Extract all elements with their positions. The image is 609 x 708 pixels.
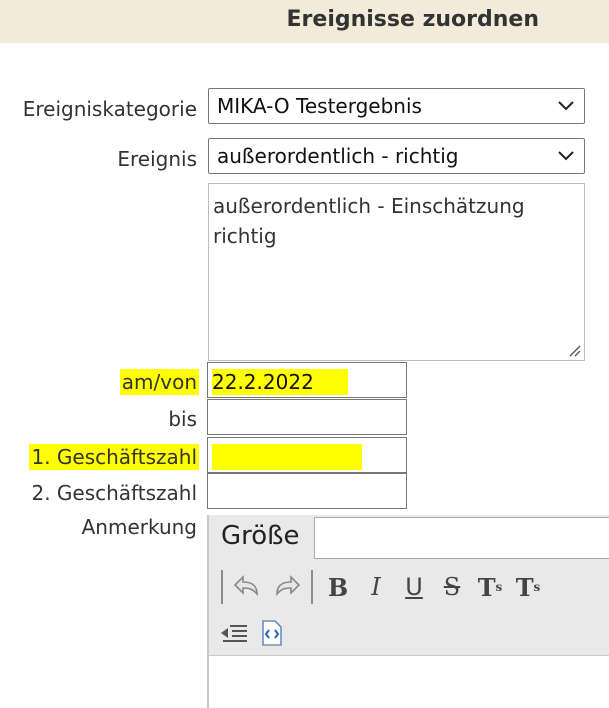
remark-editor[interactable]: Größe B I U S Ts Ts [207, 515, 609, 708]
description-line-2: richtig [213, 224, 277, 248]
italic-icon[interactable]: I [357, 570, 395, 604]
description-line-1: außerordentlich - Einschätzung [213, 194, 525, 218]
ref2-label: 2. Geschäftszahl [31, 481, 197, 505]
category-select[interactable]: MIKA-O Testergebnis [208, 88, 585, 124]
ref1-value [212, 443, 362, 470]
page-header: Ereignisse zuordnen [0, 0, 609, 43]
ref2-input[interactable] [207, 473, 407, 509]
ref1-label: 1. Geschäftszahl [29, 444, 199, 470]
chevron-down-icon [558, 151, 574, 161]
event-description-textarea[interactable]: außerordentlich - Einschätzung richtig [208, 183, 585, 361]
date-from-input[interactable]: 22.2.2022 [207, 362, 407, 398]
toolbar-separator [311, 570, 313, 604]
underline-icon[interactable]: U [395, 570, 433, 604]
toolbar-row-2 [215, 615, 291, 651]
font-size-label: Größe [221, 521, 300, 551]
superscript-icon[interactable]: Ts [509, 570, 547, 604]
event-select[interactable]: außerordentlich - richtig [208, 138, 585, 174]
event-value: außerordentlich - richtig [217, 144, 459, 168]
toolbar-row-1: B I U S Ts Ts [215, 569, 547, 605]
ref1-input[interactable] [207, 437, 407, 473]
category-value: MIKA-O Testergebnis [217, 94, 422, 118]
outdent-icon[interactable] [215, 616, 253, 650]
strikethrough-icon[interactable]: S [433, 570, 471, 604]
font-size-select[interactable] [314, 517, 609, 559]
date-to-label: bis [168, 407, 197, 431]
category-label: Ereigniskategorie [22, 97, 197, 121]
source-icon[interactable] [253, 616, 291, 650]
event-label: Ereignis [117, 147, 197, 171]
undo-icon[interactable] [229, 570, 267, 604]
date-from-value: 22.2.2022 [212, 368, 348, 395]
remark-label: Anmerkung [81, 515, 197, 539]
redo-icon[interactable] [267, 570, 305, 604]
editor-toolbar: Größe B I U S Ts Ts [209, 515, 609, 656]
resize-grip-icon[interactable] [567, 343, 581, 357]
date-from-label: am/von [119, 369, 199, 395]
page-title: Ereignisse zuordnen [286, 7, 539, 32]
date-to-input[interactable] [207, 399, 407, 435]
toolbar-separator [221, 570, 223, 604]
bold-icon[interactable]: B [319, 570, 357, 604]
subscript-icon[interactable]: Ts [471, 570, 509, 604]
chevron-down-icon [558, 101, 574, 111]
